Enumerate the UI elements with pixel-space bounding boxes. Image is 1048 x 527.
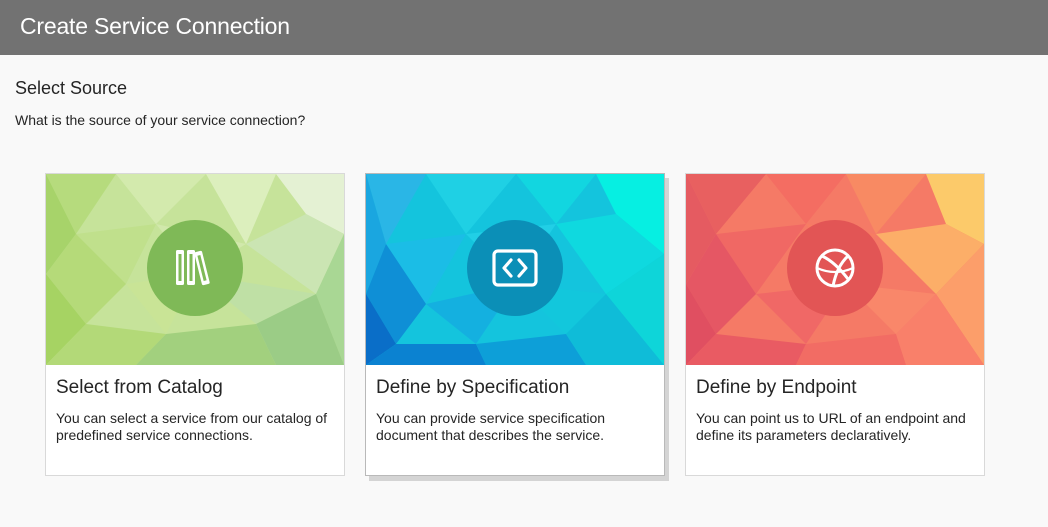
window-title: Create Service Connection: [20, 13, 290, 39]
specification-icon-circle: [467, 220, 563, 316]
catalog-icon-circle: [147, 220, 243, 316]
source-card-specification[interactable]: Define by Specification You can provide …: [365, 173, 665, 476]
card-title-specification: Define by Specification: [376, 377, 570, 398]
source-card-endpoint[interactable]: Define by Endpoint You can point us to U…: [685, 173, 985, 476]
card-description-catalog: You can select a service from our catalo…: [56, 410, 328, 443]
code-brackets-icon: [492, 249, 538, 287]
card-title-catalog: Select from Catalog: [56, 377, 223, 398]
card-description-endpoint: You can point us to URL of an endpoint a…: [696, 410, 966, 443]
books-icon: [176, 250, 210, 286]
globe-icon: [815, 248, 855, 288]
source-card-catalog[interactable]: Select from Catalog You can select a ser…: [45, 173, 345, 476]
section-title: Select Source: [15, 78, 128, 98]
section-subtitle: What is the source of your service conne…: [15, 112, 306, 128]
card-banner-catalog: [46, 174, 344, 365]
window-titlebar: Create Service Connection: [0, 0, 1048, 55]
card-banner-endpoint: [686, 174, 984, 365]
card-banner-specification: [366, 174, 664, 365]
endpoint-icon-circle: [787, 220, 883, 316]
card-title-endpoint: Define by Endpoint: [696, 377, 857, 398]
card-description-specification: You can provide service specification do…: [376, 410, 606, 443]
